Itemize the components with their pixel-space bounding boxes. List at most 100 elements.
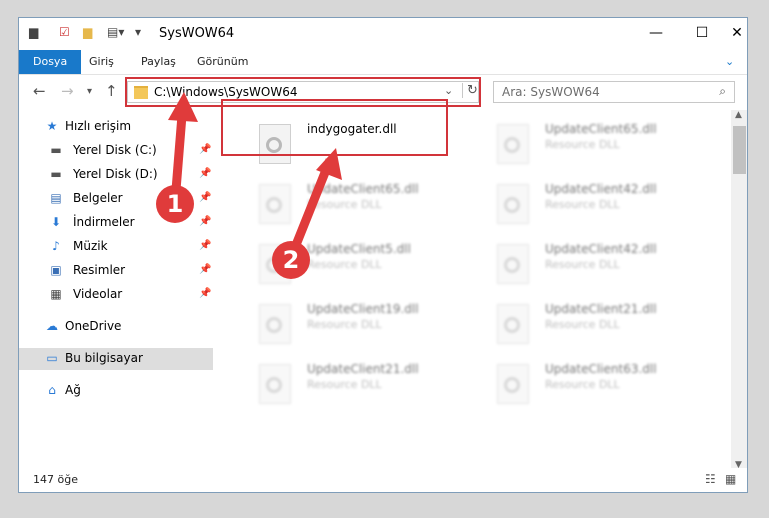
file-item[interactable]: UpdateClient21.dll Resource DLL [239,358,469,410]
folder-icon: ▆ [29,25,39,39]
pin-icon: 📌 [199,240,212,251]
scroll-up-icon[interactable]: ▲ [735,110,742,120]
computer-icon: ▭ [46,351,58,365]
file-list: indygogater.dll UpdateClient65.dll Resou… [219,110,731,465]
pin-icon: 📌 [199,192,212,203]
sidebar-item-label: Belgeler [73,191,123,205]
file-name: UpdateClient63.dll [545,362,657,376]
pin-icon: 📌 [199,264,212,275]
sidebar-item-music[interactable]: ♪ Müzik 📌 [19,236,213,258]
up-button[interactable]: ↑ [105,82,118,100]
pin-icon: 📌 [199,216,212,227]
file-type: Resource DLL [545,138,620,151]
video-icon: ▦ [50,287,62,301]
sidebar-item-label: OneDrive [65,319,122,333]
file-name: UpdateClient5.dll [307,242,411,256]
file-type: Resource DLL [307,318,382,331]
tiles-view-icon[interactable]: ▦ [725,472,736,486]
file-name: UpdateClient19.dll [307,302,419,316]
minimize-button[interactable]: — [633,18,679,48]
explorer-window: ▆ ☑ ▆ ▤▾ ▾ SysWOW64 — ☐ ✕ Dosya Giriş Pa… [18,17,748,493]
sidebar-item-label: Müzik [73,239,108,253]
pictures-icon: ▣ [50,263,62,277]
maximize-button[interactable]: ☐ [679,18,725,48]
status-bar: 147 öğe ☷ ▦ [19,468,747,492]
sidebar-item-videos[interactable]: ▦ Videolar 📌 [19,284,213,306]
star-icon: ★ [46,119,58,133]
sidebar-item-disk-c[interactable]: ▬ Yerel Disk (C:) 📌 [19,140,213,162]
file-item[interactable]: UpdateClient19.dll Resource DLL [239,298,469,350]
file-item[interactable]: UpdateClient21.dll Resource DLL [477,298,707,350]
sidebar-item-pictures[interactable]: ▣ Resimler 📌 [19,260,213,282]
sidebar-item-label: Ağ [65,383,81,397]
cloud-icon: ☁ [46,319,58,333]
drive-icon: ▬ [50,167,62,181]
callout-2: 2 [272,241,310,279]
tab-share[interactable]: Paylaş [131,50,186,74]
back-button[interactable]: ← [33,82,46,100]
pin-icon: 📌 [199,168,212,179]
pin-icon: 📌 [199,144,212,155]
vertical-scrollbar[interactable]: ▲ ▼ [731,110,747,470]
dll-file-icon [259,304,291,344]
file-item[interactable]: UpdateClient42.dll Resource DLL [477,178,707,230]
sidebar-item-label: Yerel Disk (C:) [73,143,157,157]
ribbon-expand-icon[interactable]: ⌄ [715,50,744,74]
pin-icon: 📌 [199,288,212,299]
ribbon: Dosya Giriş Paylaş Görünüm ⌄ [19,50,747,75]
dll-file-icon [259,364,291,404]
sidebar-item-disk-d[interactable]: ▬ Yerel Disk (D:) 📌 [19,164,213,186]
sidebar-item-network[interactable]: ⌂ Ağ [19,380,213,402]
file-item[interactable]: UpdateClient63.dll Resource DLL [477,358,707,410]
file-type: Resource DLL [307,198,382,211]
file-type: Resource DLL [545,318,620,331]
dll-file-icon [259,184,291,224]
new-folder-icon[interactable]: ▆ [83,25,92,43]
sidebar-item-label: Resimler [73,263,126,277]
file-type: Resource DLL [545,258,620,271]
recent-dropdown[interactable]: ▾ [87,86,92,97]
tab-file[interactable]: Dosya [19,50,82,74]
download-icon: ⬇ [50,215,62,229]
file-item[interactable]: UpdateClient42.dll Resource DLL [477,238,707,290]
forward-button[interactable]: → [61,82,74,100]
sidebar-item-label: Videolar [73,287,123,301]
callout-1: 1 [156,185,194,223]
file-item[interactable]: UpdateClient65.dll Resource DLL [477,118,707,170]
sidebar-item-onedrive[interactable]: ☁ OneDrive [19,316,213,338]
file-name: UpdateClient42.dll [545,242,657,256]
properties-icon[interactable]: ☑ [59,25,70,43]
file-name: UpdateClient21.dll [307,362,419,376]
sidebar-item-quick-access[interactable]: ★ Hızlı erişim [19,116,213,138]
navigation-pane: ★ Hızlı erişim ▬ Yerel Disk (C:) 📌 ▬ Yer… [19,110,215,465]
close-button[interactable]: ✕ [725,18,747,48]
file-name: UpdateClient65.dll [307,182,419,196]
music-icon: ♪ [52,239,60,253]
document-icon: ▤ [50,191,62,205]
scrollbar-thumb[interactable] [733,126,746,174]
search-icon[interactable]: ⌕ [719,84,726,99]
search-placeholder[interactable]: Ara: SysWOW64 [502,85,600,99]
tab-home[interactable]: Giriş [79,50,124,74]
customize-icon[interactable]: ▤▾ [107,25,124,43]
search-box[interactable]: Ara: SysWOW64 ⌕ [493,81,735,103]
network-icon: ⌂ [48,383,56,397]
file-name: UpdateClient65.dll [545,122,657,136]
dll-file-icon [497,304,529,344]
item-count: 147 öğe [33,473,78,486]
details-view-icon[interactable]: ☷ [705,472,716,486]
file-name: UpdateClient21.dll [545,302,657,316]
file-type: Resource DLL [545,198,620,211]
sidebar-item-this-pc[interactable]: ▭ Bu bilgisayar [19,348,213,370]
title-bar: ▆ ☑ ▆ ▤▾ ▾ SysWOW64 — ☐ ✕ [19,18,747,50]
dll-file-icon [497,244,529,284]
chevron-down-icon[interactable]: ▾ [135,25,141,43]
dll-file-icon [497,124,529,164]
sidebar-item-label: Bu bilgisayar [65,351,143,365]
dll-file-icon [497,184,529,224]
file-type: Resource DLL [307,378,382,391]
sidebar-item-label: İndirmeler [73,215,135,229]
tab-view[interactable]: Görünüm [187,50,258,74]
drive-icon: ▬ [50,143,62,157]
file-item[interactable]: UpdateClient65.dll Resource DLL [239,178,469,230]
